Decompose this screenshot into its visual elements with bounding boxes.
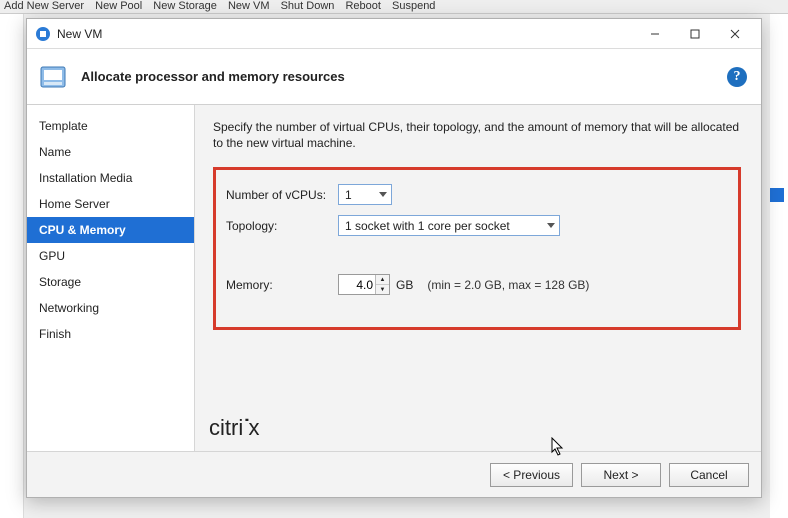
sidebar-item-label: Installation Media — [39, 171, 132, 185]
sidebar-item-label: Home Server — [39, 197, 110, 211]
header-strip: Allocate processor and memory resources … — [27, 49, 761, 105]
sidebar-item-name[interactable]: Name — [27, 139, 194, 165]
memory-hint: (min = 2.0 GB, max = 128 GB) — [427, 278, 589, 292]
wizard-footer: < Previous Next > Cancel — [27, 451, 761, 497]
page-title: Allocate processor and memory resources — [81, 69, 345, 84]
titlebar: New VM — [27, 19, 761, 49]
sidebar-item-home-server[interactable]: Home Server — [27, 191, 194, 217]
chevron-down-icon — [547, 223, 555, 228]
sidebar-item-label: Finish — [39, 327, 71, 341]
description-text: Specify the number of virtual CPUs, thei… — [213, 119, 741, 151]
highlight-annotation-box: Number of vCPUs: 1 Topology: 1 socket wi… — [213, 167, 741, 330]
sidebar-item-storage[interactable]: Storage — [27, 269, 194, 295]
minimize-button[interactable] — [635, 20, 675, 48]
maximize-button[interactable] — [675, 20, 715, 48]
sidebar-item-label: CPU & Memory — [39, 223, 126, 237]
topology-label: Topology: — [226, 219, 338, 233]
sidebar-item-installation-media[interactable]: Installation Media — [27, 165, 194, 191]
topology-select[interactable]: 1 socket with 1 core per socket — [338, 215, 560, 236]
sidebar-item-label: Template — [39, 119, 88, 133]
sidebar-item-template[interactable]: Template — [27, 113, 194, 139]
new-vm-dialog: New VM Allocate processor and memory res… — [26, 18, 762, 498]
cancel-button[interactable]: Cancel — [669, 463, 749, 487]
sidebar-item-label: GPU — [39, 249, 65, 263]
app-icon — [35, 26, 51, 42]
sidebar-item-networking[interactable]: Networking — [27, 295, 194, 321]
previous-button[interactable]: < Previous — [490, 463, 573, 487]
sidebar-item-gpu[interactable]: GPU — [27, 243, 194, 269]
help-button[interactable]: ? — [727, 67, 747, 87]
memory-spinbox[interactable]: ▲ ▼ — [338, 274, 390, 295]
topology-value: 1 socket with 1 core per socket — [345, 219, 510, 233]
wizard-icon — [37, 61, 69, 93]
sidebar-item-finish[interactable]: Finish — [27, 321, 194, 347]
next-button[interactable]: Next > — [581, 463, 661, 487]
content-area: Specify the number of virtual CPUs, thei… — [195, 105, 761, 451]
sidebar-item-label: Name — [39, 145, 71, 159]
memory-step-up[interactable]: ▲ — [376, 275, 389, 285]
chevron-down-icon — [379, 192, 387, 197]
sidebar-item-label: Networking — [39, 301, 99, 315]
window-title: New VM — [57, 27, 102, 41]
vendor-brand: citri˙x — [209, 415, 260, 441]
close-button[interactable] — [715, 20, 755, 48]
vcpu-value: 1 — [345, 188, 352, 202]
memory-step-down[interactable]: ▼ — [376, 285, 389, 294]
background-toolbar: Add New Server New Pool New Storage New … — [0, 0, 788, 14]
memory-input[interactable] — [339, 275, 375, 294]
background-selection-bar — [770, 188, 784, 202]
vcpu-label: Number of vCPUs: — [226, 188, 338, 202]
background-left-panel — [0, 14, 24, 518]
background-right-panel — [770, 14, 788, 518]
sidebar-item-cpu-memory[interactable]: CPU & Memory — [27, 217, 194, 243]
wizard-steps-sidebar: Template Name Installation Media Home Se… — [27, 105, 195, 451]
sidebar-item-label: Storage — [39, 275, 81, 289]
memory-label: Memory: — [226, 278, 338, 292]
memory-unit: GB — [396, 278, 413, 292]
vcpu-select[interactable]: 1 — [338, 184, 392, 205]
